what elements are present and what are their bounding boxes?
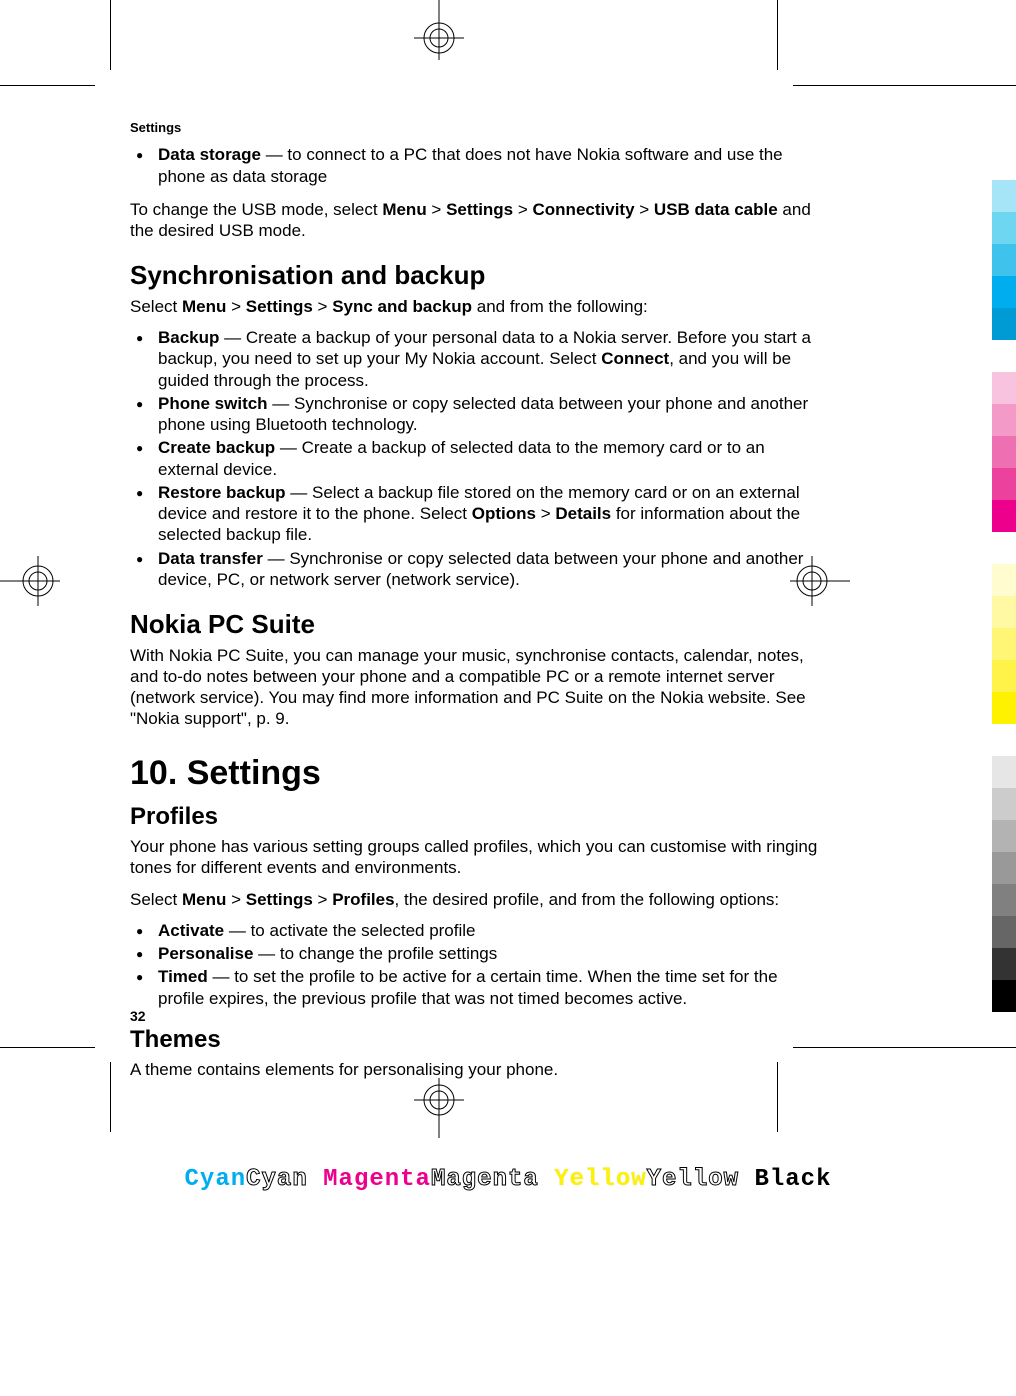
profiles-heading: Profiles: [130, 802, 820, 832]
running-header: Settings: [130, 120, 820, 136]
sync-intro: Select Menu > Settings > Sync and backup…: [130, 296, 820, 317]
list-item: Personalise — to change the profile sett…: [130, 943, 820, 964]
list-item: Phone switch — Synchronise or copy selec…: [130, 393, 820, 436]
list-item: Data transfer — Synchronise or copy sele…: [130, 548, 820, 591]
registration-mark-icon: [414, 0, 464, 60]
list-item: Timed — to set the profile to be active …: [130, 966, 820, 1009]
chapter-heading: 10. Settings: [130, 752, 820, 795]
list-item: Restore backup — Select a backup file st…: [130, 482, 820, 546]
usb-mode-instruction: To change the USB mode, select Menu > Se…: [130, 199, 820, 242]
list-item: Create backup — Create a backup of selec…: [130, 437, 820, 480]
themes-body: A theme contains elements for personalis…: [130, 1059, 820, 1080]
registration-mark-icon: [0, 556, 60, 606]
profiles-intro: Your phone has various setting groups ca…: [130, 836, 820, 879]
pcsuite-heading: Nokia PC Suite: [130, 608, 820, 641]
profiles-list: Activate — to activate the selected prof…: [130, 920, 820, 1009]
page-number: 32: [130, 1008, 146, 1024]
sync-list: Backup — Create a backup of your persona…: [130, 327, 820, 590]
list-item: Data storage — to connect to a PC that d…: [130, 144, 820, 187]
themes-heading: Themes: [130, 1025, 820, 1055]
cmyk-label: CyanCyan MagentaMagenta YellowYellow Bla…: [0, 1166, 1016, 1193]
data-storage-list: Data storage — to connect to a PC that d…: [130, 144, 820, 187]
list-item: Backup — Create a backup of your persona…: [130, 327, 820, 391]
list-item: Activate — to activate the selected prof…: [130, 920, 820, 941]
page-content: Settings Data storage — to connect to a …: [130, 120, 820, 1090]
sync-heading: Synchronisation and backup: [130, 259, 820, 292]
pcsuite-body: With Nokia PC Suite, you can manage your…: [130, 645, 820, 730]
color-calibration-bars: [992, 180, 1016, 1012]
profiles-select: Select Menu > Settings > Profiles, the d…: [130, 889, 820, 910]
